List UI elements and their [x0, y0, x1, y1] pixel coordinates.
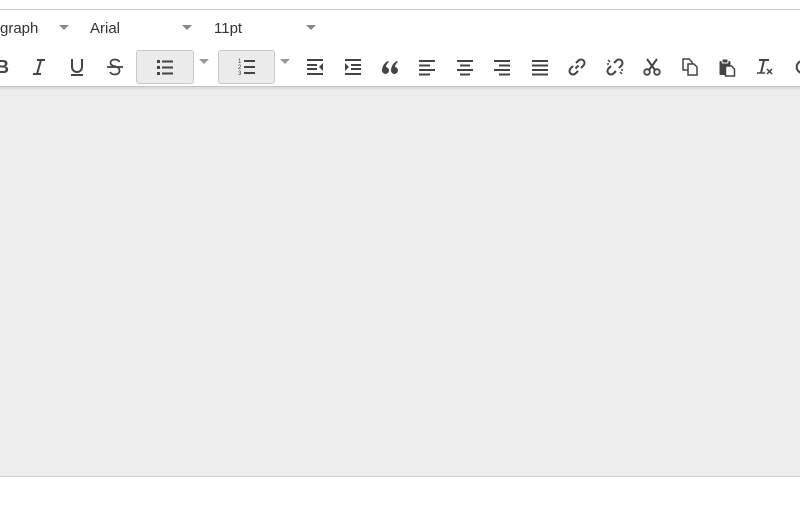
align-left-icon: [419, 60, 435, 76]
paste-icon: [719, 58, 736, 77]
align-right-icon: [494, 60, 510, 76]
editor-statusbar: [0, 477, 800, 510]
cut-button[interactable]: [635, 50, 669, 84]
blockquote-icon: [382, 61, 398, 74]
block-format-dropdown[interactable]: graph: [0, 10, 72, 46]
link-icon: [568, 58, 586, 76]
button-toolbar-formatting: [0, 46, 800, 86]
link-button[interactable]: [560, 50, 594, 84]
chevron-down-icon: [182, 25, 192, 30]
chevron-down-icon: [59, 25, 69, 30]
scissors-icon: [643, 58, 661, 76]
unlink-button[interactable]: [598, 50, 632, 84]
copy-icon: [682, 58, 698, 76]
format-toolbar: graph Arial 11pt: [0, 10, 800, 46]
justify-button[interactable]: [523, 50, 557, 84]
block-format-label: graph: [0, 19, 39, 37]
unlink-icon: [606, 58, 624, 76]
align-center-icon: [457, 60, 473, 76]
font-size-dropdown[interactable]: 11pt: [214, 10, 320, 46]
clear-formatting-button[interactable]: [748, 50, 782, 84]
align-center-button[interactable]: [448, 50, 482, 84]
align-left-button[interactable]: [410, 50, 444, 84]
outdent-button[interactable]: [298, 50, 332, 84]
paste-button[interactable]: [710, 50, 744, 84]
editor-content-area[interactable]: [0, 87, 800, 476]
rich-text-editor: graph Arial 11pt B 1 2 3: [0, 0, 800, 510]
overflow-toolbar-button[interactable]: [785, 50, 800, 84]
chevron-down-icon: [306, 25, 316, 30]
indent-icon: [345, 59, 361, 75]
copy-button[interactable]: [673, 50, 707, 84]
blockquote-button[interactable]: [373, 50, 407, 84]
outdent-icon: [307, 59, 323, 75]
font-family-dropdown[interactable]: Arial: [90, 10, 196, 46]
partial-icon: [795, 60, 800, 74]
indent-button[interactable]: [336, 50, 370, 84]
align-right-button[interactable]: [485, 50, 519, 84]
justify-icon: [532, 60, 548, 76]
clear-formatting-icon: [757, 59, 773, 75]
font-size-label: 11pt: [214, 19, 243, 37]
toolbar-shadow: [0, 87, 800, 90]
font-family-label: Arial: [90, 19, 121, 37]
